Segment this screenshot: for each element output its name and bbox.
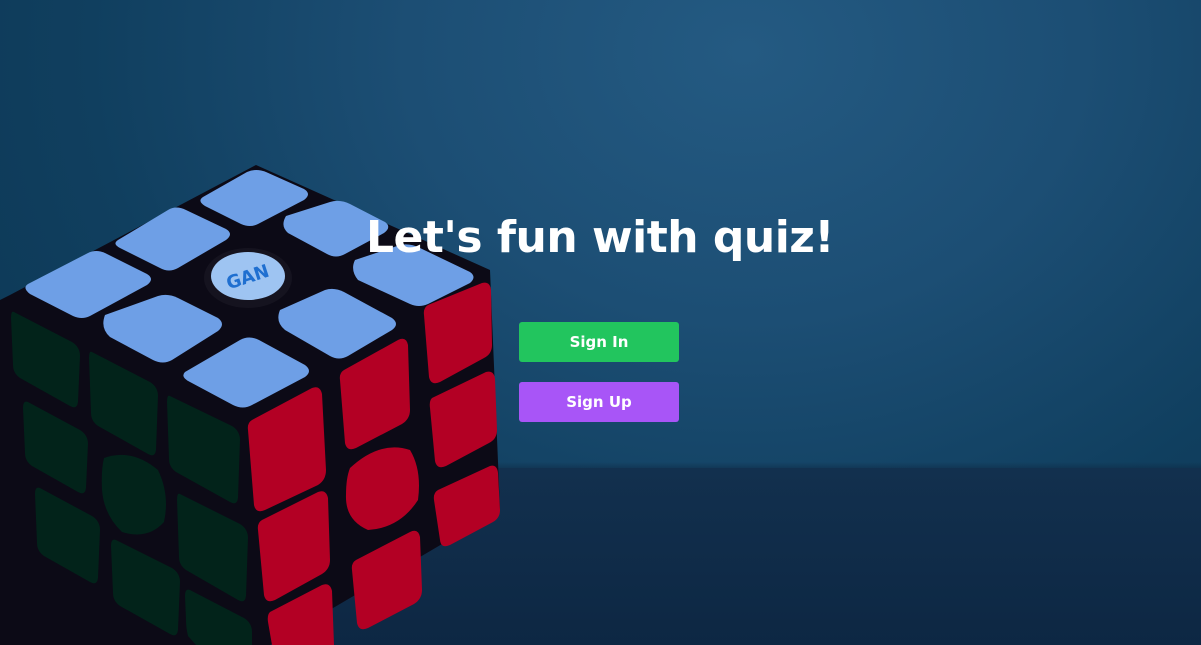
sign-in-button[interactable]: Sign In — [519, 322, 679, 362]
hero-section: Let's fun with quiz! Sign In Sign Up — [0, 0, 1201, 645]
page-title: Let's fun with quiz! — [366, 212, 834, 263]
sign-up-button[interactable]: Sign Up — [519, 382, 679, 422]
